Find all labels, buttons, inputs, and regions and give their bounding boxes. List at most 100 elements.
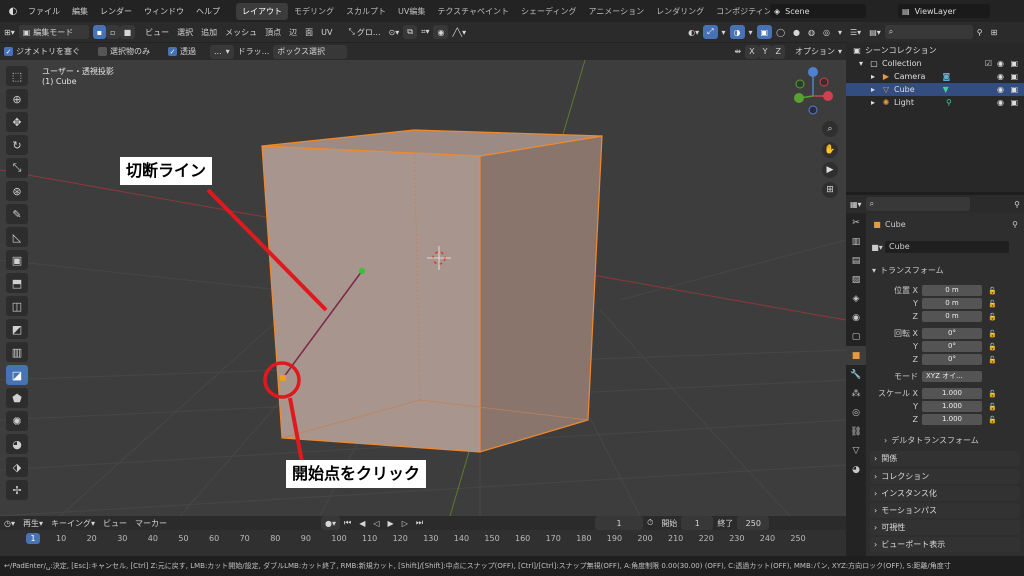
instancing-panel-header[interactable]: › インスタンス化 bbox=[870, 486, 1020, 501]
timeline-editor-icon[interactable]: ◷▾ bbox=[0, 516, 19, 530]
mirror-x-toggle[interactable]: X bbox=[745, 44, 759, 59]
blender-logo-icon[interactable]: ◐ bbox=[4, 4, 22, 18]
menu-view[interactable]: ビュー bbox=[141, 25, 173, 39]
lock-icon[interactable]: 🔓 bbox=[988, 313, 997, 321]
shading-settings-icon[interactable]: ▾ bbox=[834, 25, 846, 39]
gizmo-neg-x-icon[interactable] bbox=[819, 77, 829, 87]
zoom-icon[interactable]: ⌕ bbox=[822, 121, 838, 137]
rotation-z-field[interactable]: 0° bbox=[922, 354, 982, 365]
tab-texture-paint[interactable]: テクスチャペイント bbox=[431, 3, 515, 20]
outliner-item-cube[interactable]: ▸ ▽ Cube ▼ ◉ ▣ bbox=[846, 83, 1024, 96]
timeline-ruler[interactable]: 1 10 20 30 40 50 60 70 80 90 100 110 120 130 140 150 16… bbox=[0, 530, 846, 556]
outliner-item-light[interactable]: ▸ ✺ Light ⚲ ◉ ▣ bbox=[846, 96, 1024, 109]
lock-icon[interactable]: 🔓 bbox=[988, 343, 997, 351]
tab-sculpt[interactable]: スカルプト bbox=[340, 3, 392, 20]
view-layer-tab-icon[interactable]: ▧ bbox=[846, 270, 866, 289]
menu-vertex[interactable]: 頂点 bbox=[261, 25, 285, 39]
tab-shading[interactable]: シェーディング bbox=[515, 3, 582, 20]
scene-selector[interactable]: ◈ Scene bbox=[770, 4, 866, 18]
location-z-field[interactable]: 0 m bbox=[922, 311, 982, 322]
add-cube-tool-icon[interactable]: ▣ bbox=[6, 250, 28, 270]
menu-select[interactable]: 選択 bbox=[173, 25, 197, 39]
tab-layout[interactable]: レイアウト bbox=[236, 2, 288, 20]
transform-panel-header[interactable]: ▾ トランスフォーム bbox=[866, 265, 1024, 276]
view-layer-selector[interactable]: ▤ ViewLayer bbox=[898, 4, 990, 18]
object-name-field[interactable]: Cube bbox=[885, 241, 1009, 253]
output-tab-icon[interactable]: ▤ bbox=[846, 251, 866, 270]
lock-icon[interactable]: 🔓 bbox=[988, 287, 997, 295]
menu-help[interactable]: ヘルプ bbox=[190, 6, 226, 17]
camera-render-icon[interactable]: ▣ bbox=[1010, 59, 1018, 68]
eye-icon[interactable]: ◉ bbox=[997, 85, 1004, 94]
end-frame-field[interactable]: 250 bbox=[737, 516, 770, 530]
drag-selector[interactable]: ボックス選択 bbox=[273, 44, 348, 59]
cube-mesh[interactable] bbox=[261, 129, 603, 453]
world-tab-icon[interactable]: ◉ bbox=[846, 308, 866, 327]
overlay-settings-icon[interactable]: ▾ bbox=[745, 25, 757, 39]
lock-icon[interactable]: 🔓 bbox=[988, 403, 997, 411]
select-box-icon[interactable]: ⬚ bbox=[6, 66, 28, 86]
gizmo-y-axis-icon[interactable] bbox=[794, 93, 804, 103]
smooth-tool-icon[interactable]: ◕ bbox=[6, 434, 28, 454]
object-tab-icon[interactable]: ■ bbox=[846, 346, 866, 365]
spin-tool-icon[interactable]: ✺ bbox=[6, 411, 28, 431]
tab-animation[interactable]: アニメーション bbox=[582, 3, 650, 20]
jump-end-icon[interactable]: ⏭ bbox=[412, 516, 427, 530]
pivot-icon[interactable]: ⊙▾ bbox=[385, 25, 404, 39]
camera-render-icon[interactable]: ▣ bbox=[1010, 72, 1018, 81]
orientation-selector[interactable]: ⤡ グロ... bbox=[344, 25, 384, 39]
jump-start-icon[interactable]: ⏮ bbox=[340, 516, 355, 530]
snap-settings-icon[interactable]: ⌗▾ bbox=[417, 25, 434, 39]
face-select-icon[interactable]: ■ bbox=[119, 25, 136, 39]
viewport-display-panel-header[interactable]: › ビューポート表示 bbox=[870, 537, 1020, 552]
transform-tool-icon[interactable]: ⊛ bbox=[6, 181, 28, 201]
render-tab-icon[interactable]: ▥ bbox=[846, 232, 866, 251]
playback-menu[interactable]: 再生 ▾ bbox=[19, 516, 47, 530]
location-y-field[interactable]: 0 m bbox=[922, 298, 982, 309]
camera-render-icon[interactable]: ▣ bbox=[1010, 85, 1018, 94]
lock-icon[interactable]: 🔓 bbox=[988, 300, 997, 308]
edge-select-icon[interactable]: ▫ bbox=[106, 25, 120, 39]
scale-x-field[interactable]: 1.000 bbox=[922, 388, 982, 399]
scale-z-field[interactable]: 1.000 bbox=[922, 414, 982, 425]
rotation-x-field[interactable]: 0° bbox=[922, 328, 982, 339]
rotation-mode-select[interactable]: XYZ オイ... bbox=[922, 371, 982, 382]
more-options-button[interactable]: ... ▾ bbox=[210, 44, 234, 59]
eye-icon[interactable]: ◉ bbox=[997, 98, 1004, 107]
shading-solid-icon[interactable]: ● bbox=[789, 25, 804, 39]
editor-type-icon[interactable]: ⊞▾ bbox=[0, 25, 19, 39]
gizmo-settings-icon[interactable]: ▾ bbox=[718, 25, 730, 39]
material-tab-icon[interactable]: ◕ bbox=[846, 460, 866, 479]
mode-selector[interactable]: ▣ 編集モード bbox=[18, 25, 89, 39]
snap-icon[interactable]: ⧉ bbox=[403, 25, 417, 39]
gizmo-neg-y-icon[interactable] bbox=[795, 79, 805, 89]
shading-material-icon[interactable]: ◍ bbox=[804, 25, 819, 39]
scene-tab-icon[interactable]: ◈ bbox=[846, 289, 866, 308]
overlay-icon[interactable]: ◑ bbox=[729, 25, 745, 39]
constraints-tab-icon[interactable]: ⛓ bbox=[846, 422, 866, 441]
timeline-view-menu[interactable]: ビュー bbox=[99, 516, 131, 530]
perspective-grid-icon[interactable]: ⊞ bbox=[822, 182, 838, 198]
mirror-icon[interactable]: ⇹ bbox=[730, 45, 745, 59]
tool-tab-icon[interactable]: ✂ bbox=[846, 213, 866, 232]
outliner-item-camera[interactable]: ▸ ▶ Camera ◙ ◉ ▣ bbox=[846, 70, 1024, 83]
camera-render-icon[interactable]: ▣ bbox=[1010, 98, 1018, 107]
relations-panel-header[interactable]: › 関係 bbox=[870, 451, 1020, 466]
navigation-gizmo[interactable] bbox=[794, 67, 833, 115]
gizmo-icon[interactable]: ⤢ bbox=[703, 25, 718, 39]
cursor-tool-icon[interactable]: ⊕ bbox=[6, 89, 28, 109]
menu-add[interactable]: 追加 bbox=[197, 25, 221, 39]
pin-icon[interactable]: ⚲ bbox=[1010, 197, 1024, 211]
rotation-y-field[interactable]: 0° bbox=[922, 341, 982, 352]
xray-toggle-icon[interactable]: ▣ bbox=[756, 25, 773, 39]
move-tool-icon[interactable]: ✥ bbox=[6, 112, 28, 132]
scale-y-field[interactable]: 1.000 bbox=[922, 401, 982, 412]
edge-slide-tool-icon[interactable]: ⬗ bbox=[6, 457, 28, 477]
menu-render[interactable]: レンダー bbox=[94, 6, 138, 17]
loop-cut-tool-icon[interactable]: ▥ bbox=[6, 342, 28, 362]
only-selected-toggle[interactable]: 選択物のみ bbox=[94, 45, 154, 59]
rotate-tool-icon[interactable]: ↻ bbox=[6, 135, 28, 155]
record-icon[interactable]: ●▾ bbox=[321, 516, 341, 530]
object-datablock-row[interactable]: ■▾ Cube bbox=[866, 241, 1024, 253]
mirror-y-toggle[interactable]: Y bbox=[758, 44, 772, 59]
